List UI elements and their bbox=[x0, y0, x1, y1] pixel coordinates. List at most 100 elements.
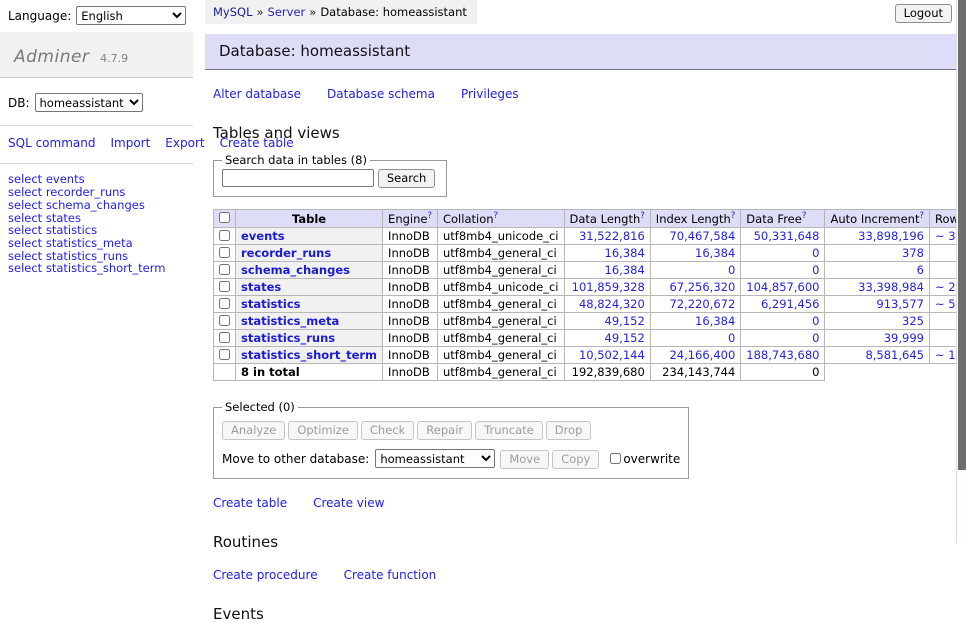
table-name-link[interactable]: recorder_runs bbox=[241, 246, 331, 260]
data-free-link[interactable]: 0 bbox=[812, 314, 819, 328]
repair-button[interactable]: Repair bbox=[417, 421, 472, 440]
row-checkbox-cell bbox=[214, 313, 236, 330]
table-row: eventsInnoDButf8mb4_unicode_ci31,522,816… bbox=[214, 228, 966, 245]
table-name-link[interactable]: statistics_runs bbox=[241, 331, 335, 345]
link-create-procedure[interactable]: Create procedure bbox=[213, 568, 318, 582]
help-link[interactable]: ? bbox=[640, 211, 645, 221]
help-link[interactable]: ? bbox=[802, 211, 807, 221]
sidebar-link-export[interactable]: Export bbox=[165, 136, 204, 150]
action-link-privileges[interactable]: Privileges bbox=[461, 87, 519, 101]
row-checkbox[interactable] bbox=[219, 315, 230, 326]
data-length-link[interactable]: 31,522,816 bbox=[579, 229, 645, 243]
action-link-database-schema[interactable]: Database schema bbox=[327, 87, 435, 101]
overwrite-checkbox[interactable] bbox=[610, 453, 621, 464]
scrollbar-thumb[interactable] bbox=[958, 0, 966, 470]
link-create-function[interactable]: Create function bbox=[344, 568, 437, 582]
data-length-link[interactable]: 49,152 bbox=[605, 314, 645, 328]
row-checkbox[interactable] bbox=[219, 332, 230, 343]
auto-increment-link[interactable]: 39,999 bbox=[884, 331, 924, 345]
move-button[interactable]: Move bbox=[500, 450, 549, 469]
data-free-link[interactable]: 104,857,600 bbox=[746, 280, 819, 294]
auto-increment-link[interactable]: 325 bbox=[902, 314, 924, 328]
search-input[interactable] bbox=[222, 169, 374, 187]
table-name-link[interactable]: statistics bbox=[241, 297, 301, 311]
engine-cell: InnoDB bbox=[383, 330, 438, 347]
optimize-button[interactable]: Optimize bbox=[288, 421, 358, 440]
breadcrumb-mysql-link[interactable]: MySQL bbox=[213, 5, 253, 19]
link-create-table[interactable]: Create table bbox=[213, 496, 287, 510]
auto-increment-link[interactable]: 33,398,984 bbox=[858, 280, 924, 294]
copy-button[interactable]: Copy bbox=[552, 450, 599, 469]
row-checkbox-cell bbox=[214, 279, 236, 296]
auto-increment-link[interactable]: 378 bbox=[902, 246, 924, 260]
index-length-link[interactable]: 16,384 bbox=[695, 246, 735, 260]
data-length-link[interactable]: 10,502,144 bbox=[579, 348, 645, 362]
sidebar-select-statistics-meta-link[interactable]: select statistics_meta bbox=[8, 237, 185, 250]
auto-increment-link[interactable]: 8,581,645 bbox=[865, 348, 924, 362]
index-length-link[interactable]: 70,467,584 bbox=[669, 229, 735, 243]
db-select[interactable]: homeassistant bbox=[35, 93, 143, 112]
data-length-link[interactable]: 101,859,328 bbox=[572, 280, 645, 294]
row-checkbox[interactable] bbox=[219, 264, 230, 275]
row-checkbox[interactable] bbox=[219, 298, 230, 309]
help-link[interactable]: ? bbox=[494, 211, 499, 221]
auto-increment-cell: 6 bbox=[825, 262, 930, 279]
index-length-link[interactable]: 67,256,320 bbox=[669, 280, 735, 294]
row-checkbox[interactable] bbox=[219, 230, 230, 241]
data-free-link[interactable]: 188,743,680 bbox=[746, 348, 819, 362]
auto-increment-link[interactable]: 913,577 bbox=[876, 297, 924, 311]
data-free-link[interactable]: 0 bbox=[812, 246, 819, 260]
row-checkbox[interactable] bbox=[219, 247, 230, 258]
sidebar-select-statistics-link[interactable]: select statistics bbox=[8, 224, 185, 237]
language-select[interactable]: English bbox=[76, 6, 186, 25]
data-length-link[interactable]: 16,384 bbox=[605, 246, 645, 260]
sidebar-links: SQL commandImportExportCreate table bbox=[0, 126, 193, 164]
logout-button[interactable]: Logout bbox=[895, 4, 952, 23]
help-link[interactable]: ? bbox=[731, 211, 736, 221]
table-header-row: TableEngine?Collation?Data Length?Index … bbox=[214, 210, 966, 228]
engine-cell: InnoDB bbox=[383, 296, 438, 313]
move-database-select[interactable]: homeassistant bbox=[375, 449, 495, 468]
help-link[interactable]: ? bbox=[427, 211, 432, 221]
sidebar-select-recorder-runs-link[interactable]: select recorder_runs bbox=[8, 186, 185, 199]
truncate-button[interactable]: Truncate bbox=[475, 421, 543, 440]
sidebar-select-schema-changes-link[interactable]: select schema_changes bbox=[8, 199, 185, 212]
row-checkbox-cell bbox=[214, 262, 236, 279]
vertical-scrollbar[interactable] bbox=[956, 0, 966, 543]
data-free-link[interactable]: 0 bbox=[812, 331, 819, 345]
sidebar-link-import[interactable]: Import bbox=[110, 136, 150, 150]
table-name-link[interactable]: statistics_short_term bbox=[241, 348, 377, 362]
data-free-link[interactable]: 6,291,456 bbox=[761, 297, 820, 311]
row-checkbox[interactable] bbox=[219, 281, 230, 292]
auto-increment-link[interactable]: 6 bbox=[917, 263, 924, 277]
check-button[interactable]: Check bbox=[361, 421, 414, 440]
data-length-link[interactable]: 49,152 bbox=[605, 331, 645, 345]
table-name-link[interactable]: schema_changes bbox=[241, 263, 350, 277]
table-name-link[interactable]: statistics_meta bbox=[241, 314, 339, 328]
action-link-alter-database[interactable]: Alter database bbox=[213, 87, 301, 101]
row-checkbox[interactable] bbox=[219, 349, 230, 360]
auto-increment-link[interactable]: 33,898,196 bbox=[858, 229, 924, 243]
index-length-link[interactable]: 72,220,672 bbox=[669, 297, 735, 311]
search-button[interactable]: Search bbox=[378, 169, 436, 188]
link-create-view[interactable]: Create view bbox=[313, 496, 384, 510]
table-name-link[interactable]: events bbox=[241, 229, 285, 243]
db-label: DB: bbox=[8, 96, 30, 110]
data-length-link[interactable]: 16,384 bbox=[605, 263, 645, 277]
data-length-link[interactable]: 48,824,320 bbox=[579, 297, 645, 311]
select-all-checkbox[interactable] bbox=[219, 212, 230, 223]
breadcrumb-server-link[interactable]: Server bbox=[268, 5, 306, 19]
data-free-link[interactable]: 50,331,648 bbox=[754, 229, 820, 243]
table-name-link[interactable]: states bbox=[241, 280, 281, 294]
sidebar-select-statistics-short-term-link[interactable]: select statistics_short_term bbox=[8, 262, 185, 275]
sidebar-link-sql-command[interactable]: SQL command bbox=[8, 136, 95, 150]
drop-button[interactable]: Drop bbox=[546, 421, 592, 440]
analyze-button[interactable]: Analyze bbox=[222, 421, 285, 440]
help-link[interactable]: ? bbox=[919, 211, 924, 221]
index-length-link[interactable]: 0 bbox=[728, 263, 735, 277]
index-length-link[interactable]: 0 bbox=[728, 331, 735, 345]
collation-cell: utf8mb4_general_ci bbox=[437, 296, 564, 313]
data-free-link[interactable]: 0 bbox=[812, 263, 819, 277]
index-length-link[interactable]: 16,384 bbox=[695, 314, 735, 328]
index-length-link[interactable]: 24,166,400 bbox=[669, 348, 735, 362]
